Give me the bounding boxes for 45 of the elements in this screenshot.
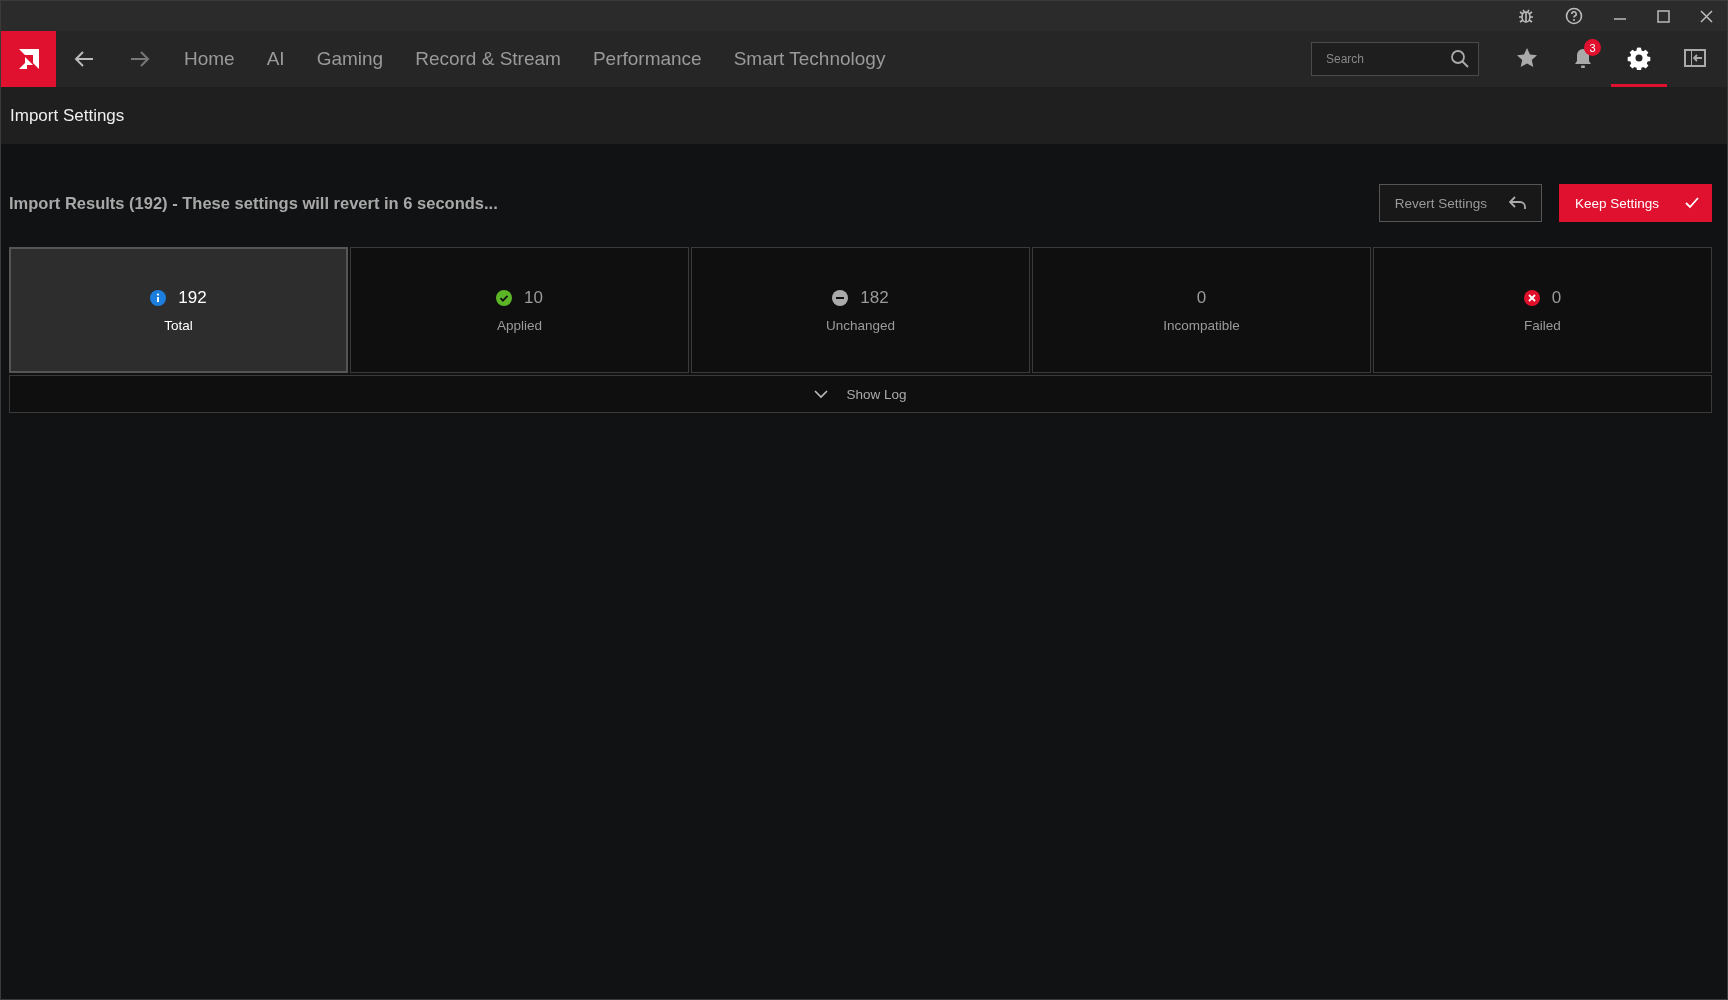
checkmark-icon	[1685, 197, 1699, 209]
stat-card[interactable]: 182 Unchanged	[691, 247, 1030, 373]
help-icon[interactable]	[1565, 7, 1583, 25]
stat-card[interactable]: 0 Incompatible	[1032, 247, 1371, 373]
forward-arrow-icon[interactable]	[130, 50, 150, 68]
minus-circle-icon	[832, 289, 849, 306]
search-icon	[1450, 49, 1470, 69]
nav-link[interactable]: Gaming	[316, 48, 384, 70]
nav-link[interactable]: Record & Stream	[415, 48, 561, 70]
stat-label: Failed	[1524, 317, 1561, 333]
stat-value: 0	[1551, 287, 1562, 308]
stat-value: 192	[178, 287, 207, 308]
close-icon[interactable]	[1700, 9, 1713, 23]
bell-button[interactable]: 3	[1555, 31, 1611, 87]
stat-label: Unchanged	[825, 317, 896, 333]
stat-card[interactable]: 10 Applied	[350, 247, 689, 373]
nav-link[interactable]: AI	[266, 48, 285, 70]
stat-value: 0	[1196, 287, 1207, 308]
revert-settings-button[interactable]: Revert Settings	[1378, 184, 1542, 222]
stat-label: Incompatible	[1163, 317, 1240, 333]
page-title: Import Settings	[10, 105, 125, 126]
maximize-icon[interactable]	[1657, 9, 1670, 23]
stat-card[interactable]: 0 Failed	[1373, 247, 1712, 373]
back-arrow-icon[interactable]	[74, 50, 94, 68]
stat-card[interactable]: 192 Total	[9, 247, 348, 373]
info-icon	[150, 289, 167, 306]
show-log-button[interactable]: Show Log	[9, 375, 1712, 413]
nav-link[interactable]: Smart Technology	[733, 48, 886, 70]
bug-report-icon[interactable]	[1517, 7, 1535, 25]
stat-value: 182	[860, 287, 889, 308]
stat-label: Applied	[496, 317, 542, 333]
notification-badge: 3	[1584, 39, 1601, 56]
stat-label: Total	[164, 317, 193, 333]
logo-icon[interactable]	[1, 31, 56, 87]
check-circle-icon	[496, 289, 513, 306]
chevron-down-icon	[814, 389, 829, 399]
stat-value: 10	[524, 287, 543, 308]
search-field[interactable]: Search	[1311, 42, 1479, 76]
results-heading: Import Results (192) - These settings will revert in 6 seconds...	[9, 193, 498, 213]
settings-icon	[1627, 45, 1651, 70]
undo-arrow-icon	[1508, 196, 1527, 210]
nav-link[interactable]: Home	[184, 48, 235, 70]
keep-settings-button[interactable]: Keep Settings	[1558, 184, 1712, 222]
error-circle-icon	[1523, 289, 1540, 306]
nav-link[interactable]: Performance	[592, 48, 702, 70]
